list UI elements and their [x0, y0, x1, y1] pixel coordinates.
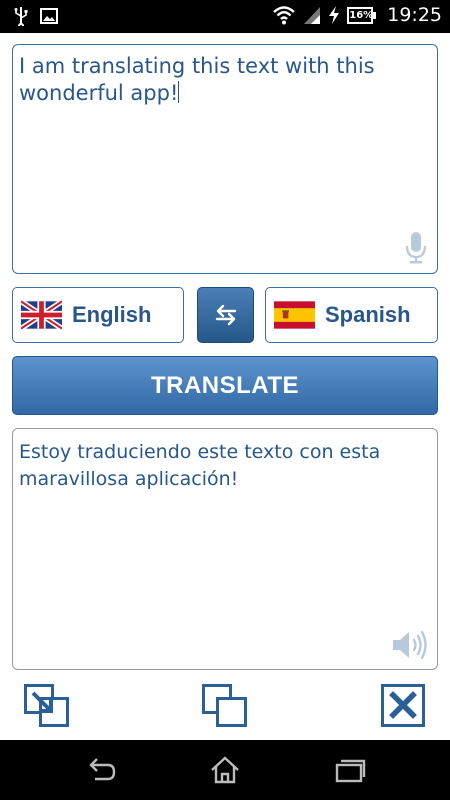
recent-apps-icon[interactable] — [333, 755, 367, 785]
microphone-icon[interactable] — [405, 231, 427, 265]
target-language-button[interactable]: Spanish — [265, 287, 438, 343]
source-text: I am translating this text with this won… — [19, 54, 375, 105]
spain-flag-icon — [274, 301, 315, 329]
image-icon — [40, 8, 58, 24]
battery-percent: 16% — [347, 6, 374, 24]
wifi-icon — [273, 6, 296, 25]
translated-text: Estoy traduciendo este texto con esta ma… — [19, 441, 381, 490]
source-language-button[interactable]: English — [12, 287, 184, 343]
home-icon[interactable] — [208, 755, 242, 785]
clock: 19:25 — [387, 4, 442, 26]
source-language-label: English — [72, 302, 152, 327]
copy-to-source-icon[interactable] — [24, 684, 70, 728]
swap-languages-button[interactable] — [197, 287, 254, 343]
source-text-area[interactable]: I am translating this text with this won… — [12, 44, 438, 274]
battery-icon: 16% — [347, 6, 377, 24]
back-icon[interactable] — [83, 755, 117, 785]
usb-icon — [14, 7, 28, 26]
target-language-label: Spanish — [325, 302, 411, 327]
navigation-bar — [0, 740, 450, 800]
charging-icon — [329, 6, 340, 24]
status-bar: 16% 19:25 — [0, 0, 450, 33]
translated-text-area[interactable]: Estoy traduciendo este texto con esta ma… — [12, 428, 438, 670]
text-caret — [178, 81, 180, 103]
clear-icon[interactable] — [381, 684, 427, 728]
swap-arrows-icon — [215, 304, 236, 326]
uk-flag-icon — [21, 300, 62, 330]
translate-button[interactable]: TRANSLATE — [12, 356, 438, 415]
speaker-icon[interactable] — [391, 629, 429, 661]
copy-icon[interactable] — [202, 684, 248, 728]
signal-icon — [304, 7, 321, 24]
